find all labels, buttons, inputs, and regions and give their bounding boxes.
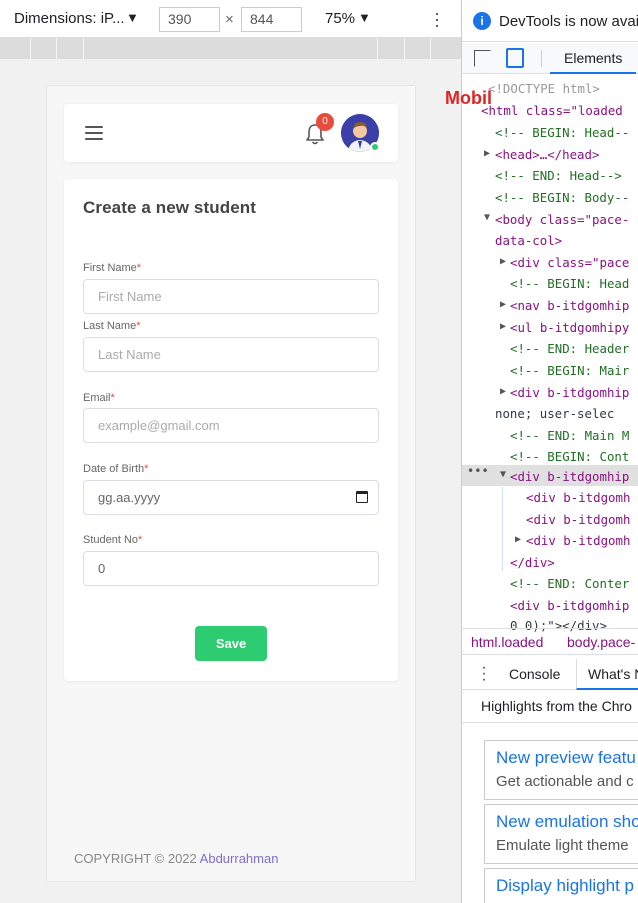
dom-line[interactable]: <!-- BEGIN: Mair [510, 360, 629, 381]
dimensions-caret-icon[interactable]: ▼ [126, 10, 139, 25]
tab-elements[interactable]: Elements [550, 43, 637, 74]
app-navbar: 0 [64, 104, 398, 162]
last-name-label: Last Name* [83, 320, 141, 332]
devtools-tabbar: Elements [462, 43, 638, 74]
dom-line[interactable]: <!DOCTYPE html> [488, 78, 600, 99]
student-form-card: Create a new student First Name* First N… [64, 179, 398, 681]
dom-line[interactable]: </div> [510, 552, 555, 573]
inspect-element-icon[interactable] [474, 50, 491, 67]
expand-triangle-icon[interactable]: ▶ [500, 299, 506, 310]
device-toolbar-icon[interactable] [506, 48, 524, 68]
last-name-input[interactable]: Last Name [83, 337, 379, 372]
notification-badge: 0 [316, 113, 334, 131]
date-placeholder: gg.aa.yyyy [98, 490, 161, 505]
news-title[interactable]: New preview featu [496, 748, 636, 768]
kebab-icon[interactable]: · · · [432, 4, 442, 34]
mobile-viewport: 0 Create a new student First Name* First… [47, 86, 415, 881]
dom-line[interactable]: <!-- BEGIN: Head [510, 273, 629, 294]
zoom-caret-icon[interactable]: ▼ [358, 10, 371, 25]
media-query-ruler[interactable] [0, 38, 461, 59]
dom-line[interactable]: <!-- BEGIN: Body-- [495, 187, 629, 208]
expand-triangle-icon[interactable]: ▶ [515, 534, 521, 545]
dom-tree: ••• <!DOCTYPE html> <html class="loaded … [462, 78, 638, 633]
footer-copyright: COPYRIGHT © 2022 Abdurrahman [74, 851, 279, 866]
devtools-panel: i DevTools is now avail Elements ••• <!D… [461, 0, 638, 903]
student-no-input[interactable]: 0 [83, 551, 379, 586]
dom-line[interactable]: <head>…</head> [495, 144, 599, 165]
dom-line[interactable]: <html class="loaded [481, 100, 623, 121]
tab-console[interactable]: Console [509, 666, 560, 682]
devtools-info-bar: i DevTools is now avail [462, 0, 638, 42]
dom-line[interactable]: <div b-itdgomhip [510, 382, 629, 403]
news-card[interactable]: New preview featu Get actionable and c [484, 740, 638, 800]
dom-line[interactable]: <nav b-itdgomhip [510, 295, 629, 316]
times-sign: × [225, 11, 234, 28]
dom-line[interactable]: <!-- END: Main M [510, 425, 629, 446]
dom-line[interactable]: <div b-itdgomh [526, 487, 630, 508]
breadcrumb-item[interactable]: html.loaded [471, 634, 543, 650]
dom-line[interactable]: <!-- BEGIN: Head-- [495, 122, 629, 143]
dom-line[interactable]: <div class="pace [510, 252, 629, 273]
news-title[interactable]: Display highlight p [496, 876, 634, 896]
news-card[interactable]: Display highlight p [484, 868, 638, 903]
email-label: Email* [83, 392, 115, 404]
dom-line[interactable]: <!-- BEGIN: Cont [510, 446, 629, 467]
dom-line[interactable]: <!-- END: Conter [510, 573, 629, 594]
date-of-birth-input[interactable]: gg.aa.yyyy [83, 480, 379, 515]
selected-dom-line[interactable]: <div b-itdgomhip [510, 466, 629, 487]
dimensions-select[interactable]: Dimensions: iP... [14, 10, 125, 27]
drawer-tabbar: ··· Console What's N [462, 659, 638, 690]
expand-triangle-icon[interactable]: ▶ [500, 256, 506, 267]
dom-line[interactable]: <body class="pace- [495, 209, 629, 230]
breadcrumb: html.loaded body.pace- [462, 628, 638, 655]
screen: Dimensions: iP... ▼ 390 × 844 75% ▼ · · · … [0, 0, 638, 903]
email-input[interactable]: example@gmail.com [83, 408, 379, 443]
height-input[interactable]: 844 [241, 7, 302, 32]
author-link[interactable]: Abdurrahman [200, 851, 279, 866]
dom-line[interactable]: <ul b-itdgomhipy [510, 317, 629, 338]
form-title: Create a new student [83, 198, 256, 217]
tab-whats-new[interactable]: What's N [576, 659, 638, 690]
info-text: DevTools is now avail [499, 13, 638, 30]
first-name-input[interactable]: First Name [83, 279, 379, 314]
expand-triangle-icon[interactable]: ▶ [500, 386, 506, 397]
collapse-triangle-icon[interactable]: ▼ [500, 469, 506, 480]
dom-line[interactable]: <div b-itdgomh [526, 530, 630, 551]
more-icon[interactable]: ••• [467, 464, 489, 478]
dom-line[interactable]: <div b-itdgomhip [510, 595, 629, 616]
highlights-heading: Highlights from the Chro [481, 698, 632, 714]
info-icon: i [473, 12, 491, 30]
device-emulation-pane: Dimensions: iP... ▼ 390 × 844 75% ▼ · · · … [0, 0, 461, 903]
news-title[interactable]: New emulation sho [496, 812, 638, 832]
dom-line[interactable]: <!-- END: Header [510, 338, 629, 359]
hamburger-icon[interactable] [85, 126, 103, 140]
collapse-triangle-icon[interactable]: ▼ [484, 212, 490, 223]
dom-line[interactable]: <div b-itdgomh [526, 509, 630, 530]
news-card[interactable]: New emulation sho Emulate light theme [484, 804, 638, 864]
breadcrumb-item[interactable]: body.pace- [567, 634, 635, 650]
calendar-icon[interactable] [356, 491, 368, 503]
online-status-dot [370, 142, 380, 152]
dom-line[interactable]: <!-- END: Head--> [495, 165, 622, 186]
expand-triangle-icon[interactable]: ▶ [500, 321, 506, 332]
news-desc: Get actionable and c [496, 773, 634, 790]
zoom-select[interactable]: 75% [325, 10, 355, 27]
date-of-birth-label: Date of Birth* [83, 463, 149, 475]
dom-line[interactable]: data-col> [495, 230, 562, 251]
student-no-label: Student No* [83, 534, 143, 546]
width-input[interactable]: 390 [159, 7, 220, 32]
expand-triangle-icon[interactable]: ▶ [484, 148, 490, 159]
device-toolbar: Dimensions: iP... ▼ 390 × 844 75% ▼ · · · [0, 0, 461, 38]
dom-line[interactable]: none; user-selec [495, 403, 614, 424]
news-desc: Emulate light theme [496, 837, 629, 854]
first-name-label: First Name* [83, 262, 142, 274]
save-button[interactable]: Save [195, 626, 267, 661]
overlay-label: Mobil [445, 88, 492, 108]
drawer-kebab-icon[interactable]: · · · [481, 660, 487, 688]
